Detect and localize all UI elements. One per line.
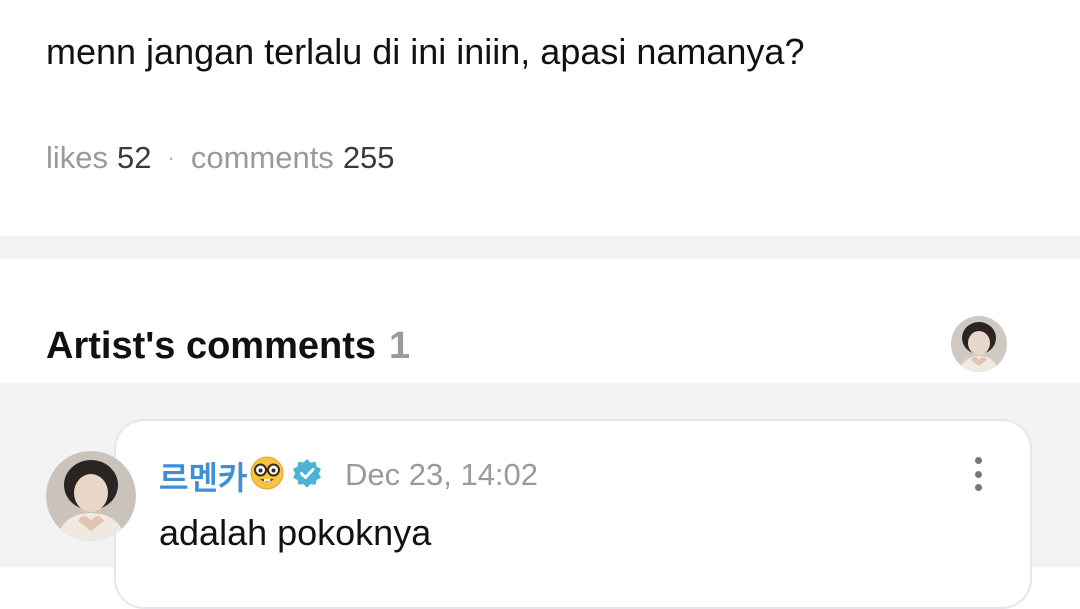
comments-label[interactable]: comments [191,138,334,178]
comment-author[interactable]: 르멘카 [159,455,323,500]
more-dot [974,470,982,478]
comment-author-avatar[interactable] [46,451,136,541]
artist-comments-title: Artist's comments [46,325,377,367]
comment-date: Dec 23, 14:02 [345,457,539,492]
artist-avatar-image [951,316,1007,372]
section-divider [0,236,1080,259]
artist-comments-count: 1 [389,325,411,367]
post-stats: likes 52 · comments 255 [46,138,395,178]
artist-comments-header: Artist's comments 1 [46,322,410,370]
verified-badge-icon [291,457,323,498]
nerd-face-emoji-icon [249,455,285,500]
comment-author-name[interactable]: 르멘카 [159,458,247,498]
likes-label[interactable]: likes [46,138,108,178]
artist-avatar-image [46,451,136,541]
more-vertical-icon[interactable] [962,454,994,494]
comments-count[interactable]: 255 [343,138,395,178]
more-dot [974,457,982,464]
more-dot [974,484,982,491]
artist-avatar-small[interactable] [951,316,1007,372]
stats-separator: · [167,145,175,170]
likes-count[interactable]: 52 [117,138,151,178]
comment-text: adalah pokoknya [159,512,432,553]
post-text: menn jangan terlalu di ini iniin, apasi … [46,31,805,72]
